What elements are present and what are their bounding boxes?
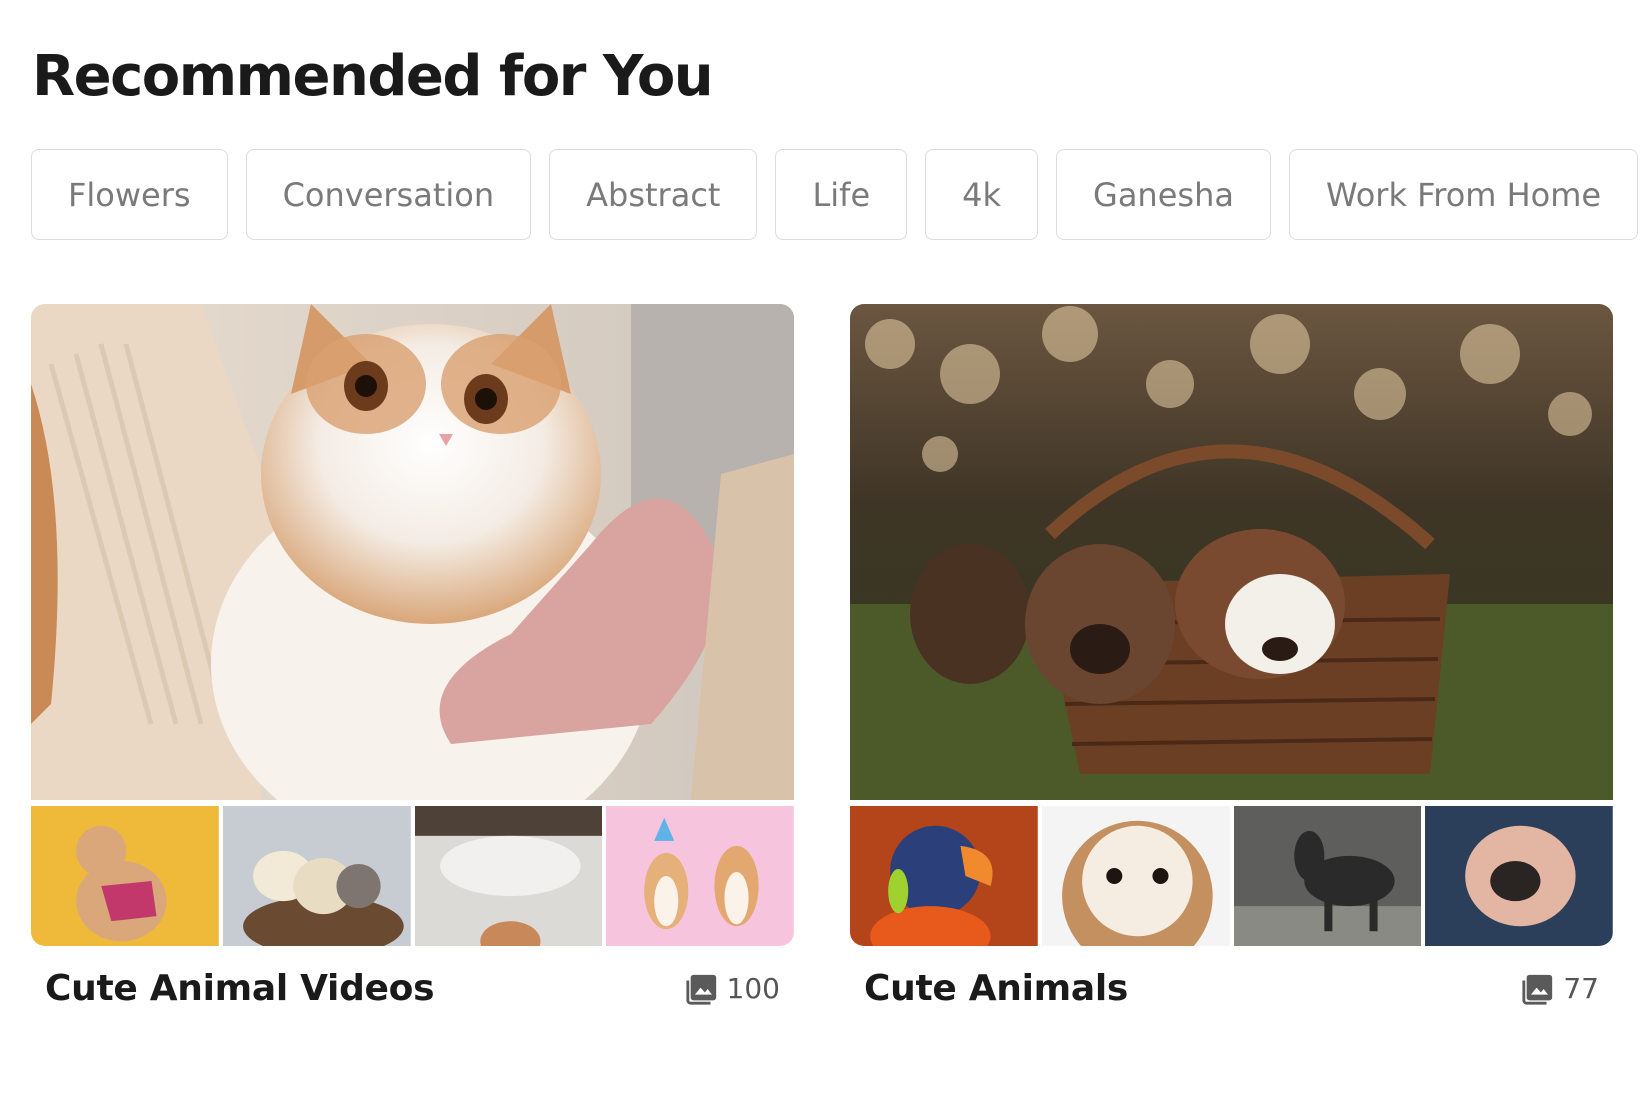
- thumbnail-shiba-inus[interactable]: [606, 806, 794, 946]
- thumbnail-pillow[interactable]: [414, 806, 603, 946]
- cat-photo: [31, 304, 794, 800]
- chip-abstract[interactable]: Abstract: [549, 149, 758, 240]
- chip-work-from-home[interactable]: Work From Home: [1288, 149, 1639, 240]
- chip-conversation[interactable]: Conversation: [245, 149, 532, 240]
- tag-chips: Flowers Conversation Abstract Life 4k Ga…: [31, 149, 1639, 240]
- chip-flowers[interactable]: Flowers: [31, 149, 228, 240]
- collection-card[interactable]: Cute Animal Videos 100: [31, 304, 794, 1009]
- collection-card[interactable]: Cute Animals 77: [850, 304, 1613, 1009]
- thumbnail-parrot[interactable]: [850, 806, 1038, 946]
- page-title: Recommended for You: [32, 44, 714, 109]
- collection-title[interactable]: Cute Animal Videos: [45, 968, 435, 1009]
- recommended-page: Recommended for You Flowers Conversation…: [0, 0, 1645, 1098]
- image-stack-icon: [1521, 972, 1555, 1006]
- thumbnail-poodle[interactable]: [31, 806, 219, 946]
- collection-count: 77: [1521, 972, 1599, 1006]
- collection-hero-image[interactable]: [31, 304, 794, 800]
- image-stack-icon: [685, 972, 719, 1006]
- collection-hero-image[interactable]: [850, 304, 1613, 800]
- chip-4k[interactable]: 4k: [925, 149, 1039, 240]
- thumbnail-chicks[interactable]: [222, 806, 411, 946]
- collection-meta: Cute Animal Videos 100: [31, 968, 794, 1009]
- collection-meta: Cute Animals 77: [850, 968, 1613, 1009]
- thumbnail-hamster[interactable]: [1425, 806, 1613, 946]
- collection-count-value: 100: [726, 972, 780, 1005]
- collection-count: 100: [685, 972, 780, 1006]
- thumbnail-owl[interactable]: [1041, 806, 1230, 946]
- collection-title[interactable]: Cute Animals: [864, 968, 1128, 1009]
- chip-ganesha[interactable]: Ganesha: [1056, 149, 1271, 240]
- thumbnail-pony[interactable]: [1233, 806, 1422, 946]
- puppies-basket-photo: [850, 304, 1613, 800]
- collection-thumbnails: [31, 806, 794, 946]
- collection-count-value: 77: [1563, 972, 1599, 1005]
- collection-thumbnails: [850, 806, 1613, 946]
- chip-life[interactable]: Life: [775, 149, 908, 240]
